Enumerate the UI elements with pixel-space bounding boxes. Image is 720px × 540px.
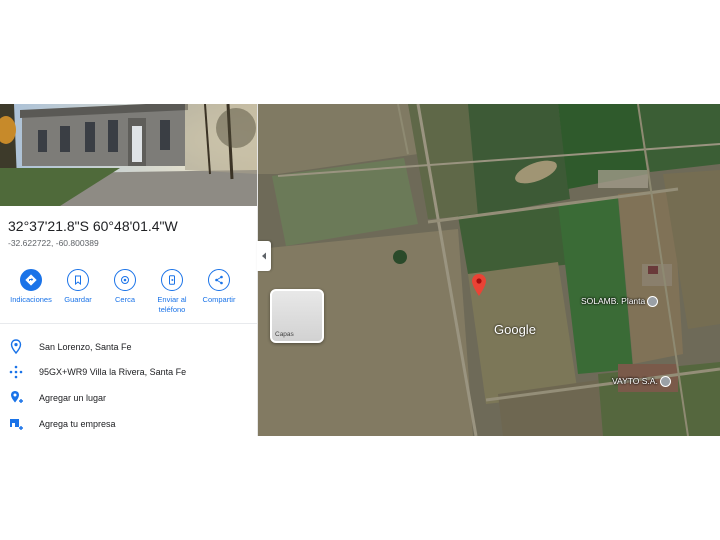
- address-text: San Lorenzo, Santa Fe: [39, 342, 132, 352]
- save-label: Guardar: [64, 295, 92, 304]
- layers-button[interactable]: Capas: [270, 289, 324, 343]
- chevron-left-icon: [262, 252, 266, 260]
- directions-label: Indicaciones: [10, 295, 52, 304]
- send-to-phone-label: Enviar al teléfono: [157, 295, 187, 314]
- plus-code-row[interactable]: 95GX+WR9 Villa la Rivera, Santa Fe: [0, 362, 257, 384]
- directions-button[interactable]: Indicaciones: [7, 269, 55, 305]
- share-label: Compartir: [202, 295, 236, 304]
- address-row[interactable]: San Lorenzo, Santa Fe: [0, 337, 257, 359]
- nearby-button[interactable]: Cerca: [101, 269, 149, 305]
- plus-code-icon: [9, 364, 23, 380]
- add-place-icon: [9, 390, 23, 406]
- street-view-photo[interactable]: [0, 104, 257, 206]
- share-icon: [208, 269, 230, 291]
- poi-icon: [647, 296, 659, 308]
- send-to-phone-button[interactable]: Enviar al teléfono: [148, 269, 196, 314]
- add-place-text: Agregar un lugar: [39, 393, 107, 403]
- map-poi-label[interactable]: VAYTO S.A.: [612, 376, 671, 388]
- location-pin-icon: [9, 339, 23, 355]
- decimal-coordinates: -32.622722, -60.800389: [8, 238, 99, 248]
- section-divider: [0, 323, 257, 324]
- map-poi-text: SOLAMB. Planta: [581, 296, 646, 306]
- collapse-panel-button[interactable]: [257, 241, 271, 271]
- bookmark-icon: [67, 269, 89, 291]
- share-button[interactable]: Compartir: [195, 269, 243, 305]
- maps-window: 32°37'21.8"S 60°48'01.4"W -32.622722, -6…: [0, 104, 720, 436]
- add-business-row[interactable]: Agrega tu empresa: [0, 414, 257, 436]
- place-panel: 32°37'21.8"S 60°48'01.4"W -32.622722, -6…: [0, 104, 258, 436]
- location-marker-icon[interactable]: [472, 274, 486, 296]
- add-business-icon: [9, 416, 23, 432]
- nearby-icon: [114, 269, 136, 291]
- layers-label: Capas: [275, 331, 294, 338]
- satellite-map[interactable]: SOLAMB. Planta VAYTO S.A.: [258, 104, 720, 436]
- coordinates-title: 32°37'21.8"S 60°48'01.4"W: [8, 218, 178, 234]
- poi-icon: [659, 376, 671, 388]
- phone-send-icon: [161, 269, 183, 291]
- google-watermark: Google: [494, 322, 536, 337]
- nearby-label: Cerca: [114, 295, 135, 304]
- map-poi-label[interactable]: SOLAMB. Planta: [581, 296, 659, 308]
- directions-icon: [20, 269, 42, 291]
- map-poi-text: VAYTO S.A.: [612, 376, 658, 386]
- action-bar: Indicaciones Guardar Cerca Enviar al tel…: [0, 269, 257, 323]
- add-place-row[interactable]: Agregar un lugar: [0, 388, 257, 410]
- save-button[interactable]: Guardar: [54, 269, 102, 305]
- plus-code-text: 95GX+WR9 Villa la Rivera, Santa Fe: [39, 367, 187, 377]
- add-business-text: Agrega tu empresa: [39, 419, 116, 429]
